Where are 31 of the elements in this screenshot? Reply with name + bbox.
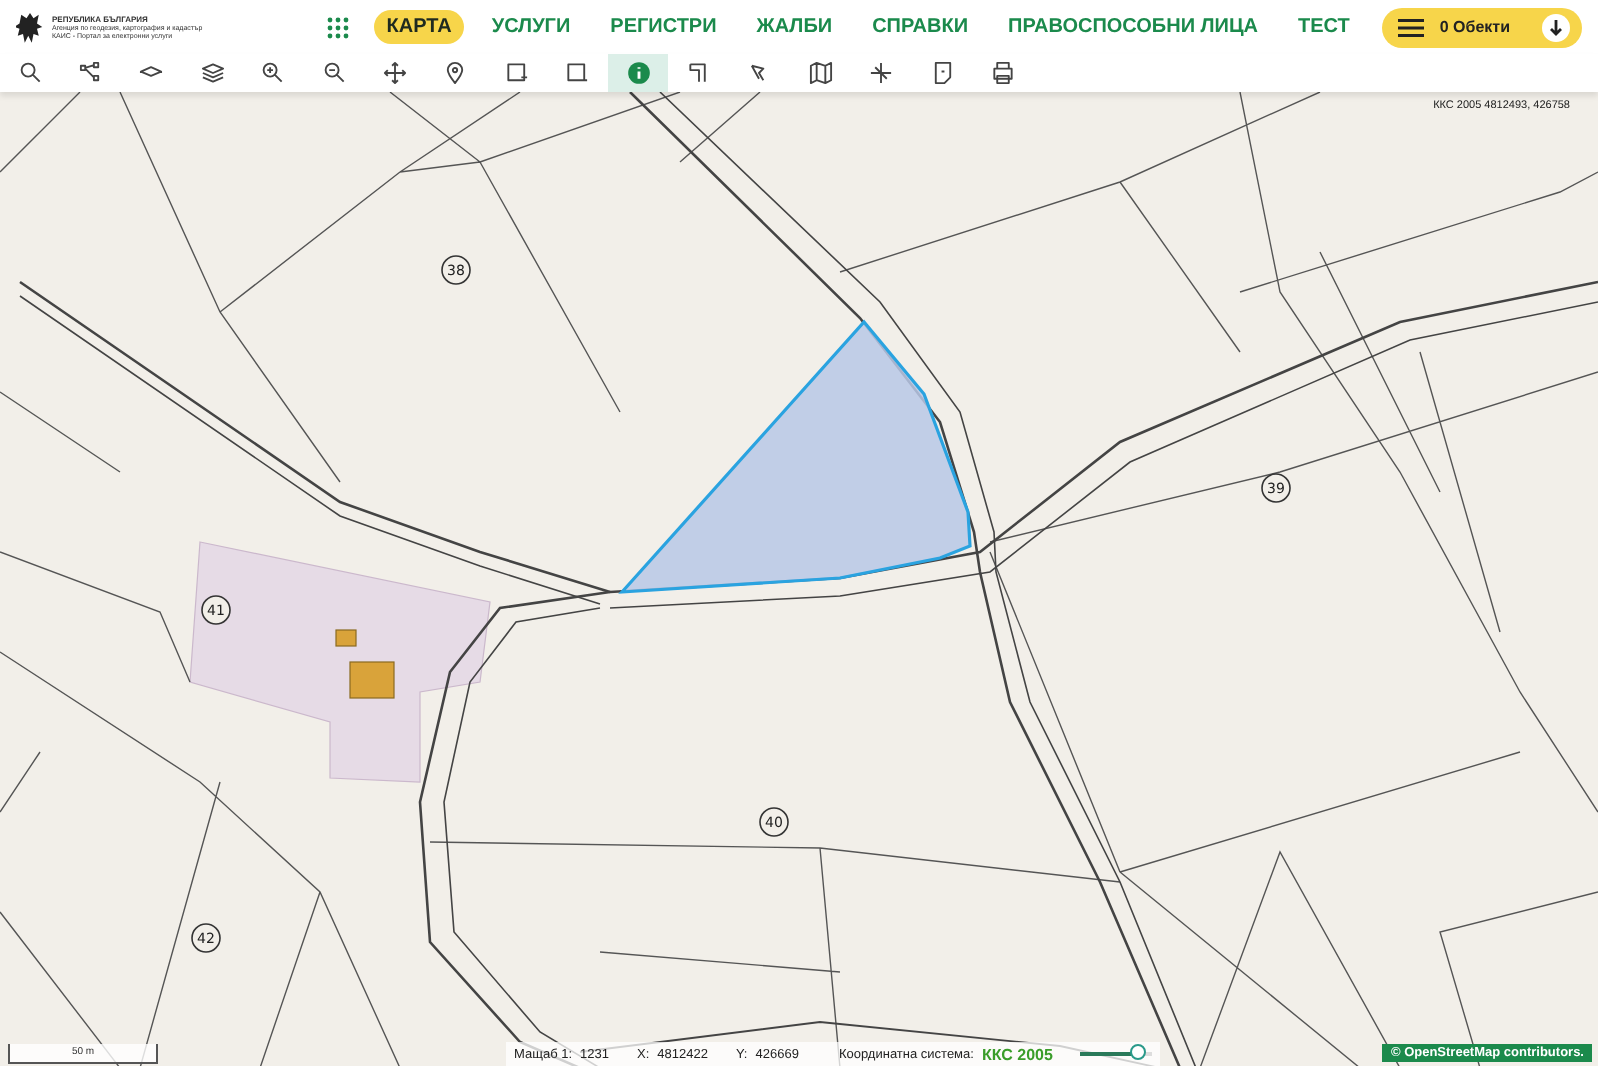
download-icon — [1542, 13, 1570, 41]
note-icon — [929, 60, 956, 86]
zoom-in-icon — [260, 60, 287, 86]
tool-button[interactable] — [607, 54, 669, 92]
nav-tab[interactable]: КАРТА — [374, 10, 464, 44]
crs-value[interactable]: ККС 2005 — [981, 1045, 1053, 1063]
layers-stack-icon — [199, 60, 226, 86]
cart-label: 0 Обекти — [1439, 18, 1510, 36]
nav-tab[interactable]: СПРАВКИ — [860, 10, 981, 44]
nav-tab[interactable]: ПРАВОСПОСОБНИ ЛИЦА — [996, 10, 1271, 44]
crosshair-icon — [868, 60, 895, 86]
pin-icon — [442, 60, 469, 86]
print-icon — [989, 60, 1016, 86]
menu-icon — [1397, 17, 1424, 37]
square-minus-icon — [564, 60, 591, 86]
info-icon — [625, 60, 652, 86]
search-icon — [17, 60, 44, 86]
nav-tab[interactable]: УСЛУГИ — [479, 10, 583, 44]
nav-tab[interactable]: ЖАЛБИ — [744, 10, 845, 44]
grid-menu-icon[interactable] — [326, 15, 351, 39]
slider-thumb[interactable] — [1130, 1044, 1147, 1060]
zoom-out-icon — [321, 60, 348, 86]
cart-button[interactable]: 0 Обекти — [1381, 7, 1582, 47]
move-icon — [382, 60, 409, 86]
map-icon — [807, 60, 834, 86]
lion-emblem-icon — [16, 10, 44, 44]
nav-tab[interactable]: ТЕСТ — [1286, 10, 1362, 44]
square-plus-icon — [503, 60, 530, 86]
nodes-icon — [78, 60, 105, 86]
nav-tab[interactable]: РЕГИСТРИ — [598, 10, 729, 44]
corner-icon — [685, 60, 712, 86]
